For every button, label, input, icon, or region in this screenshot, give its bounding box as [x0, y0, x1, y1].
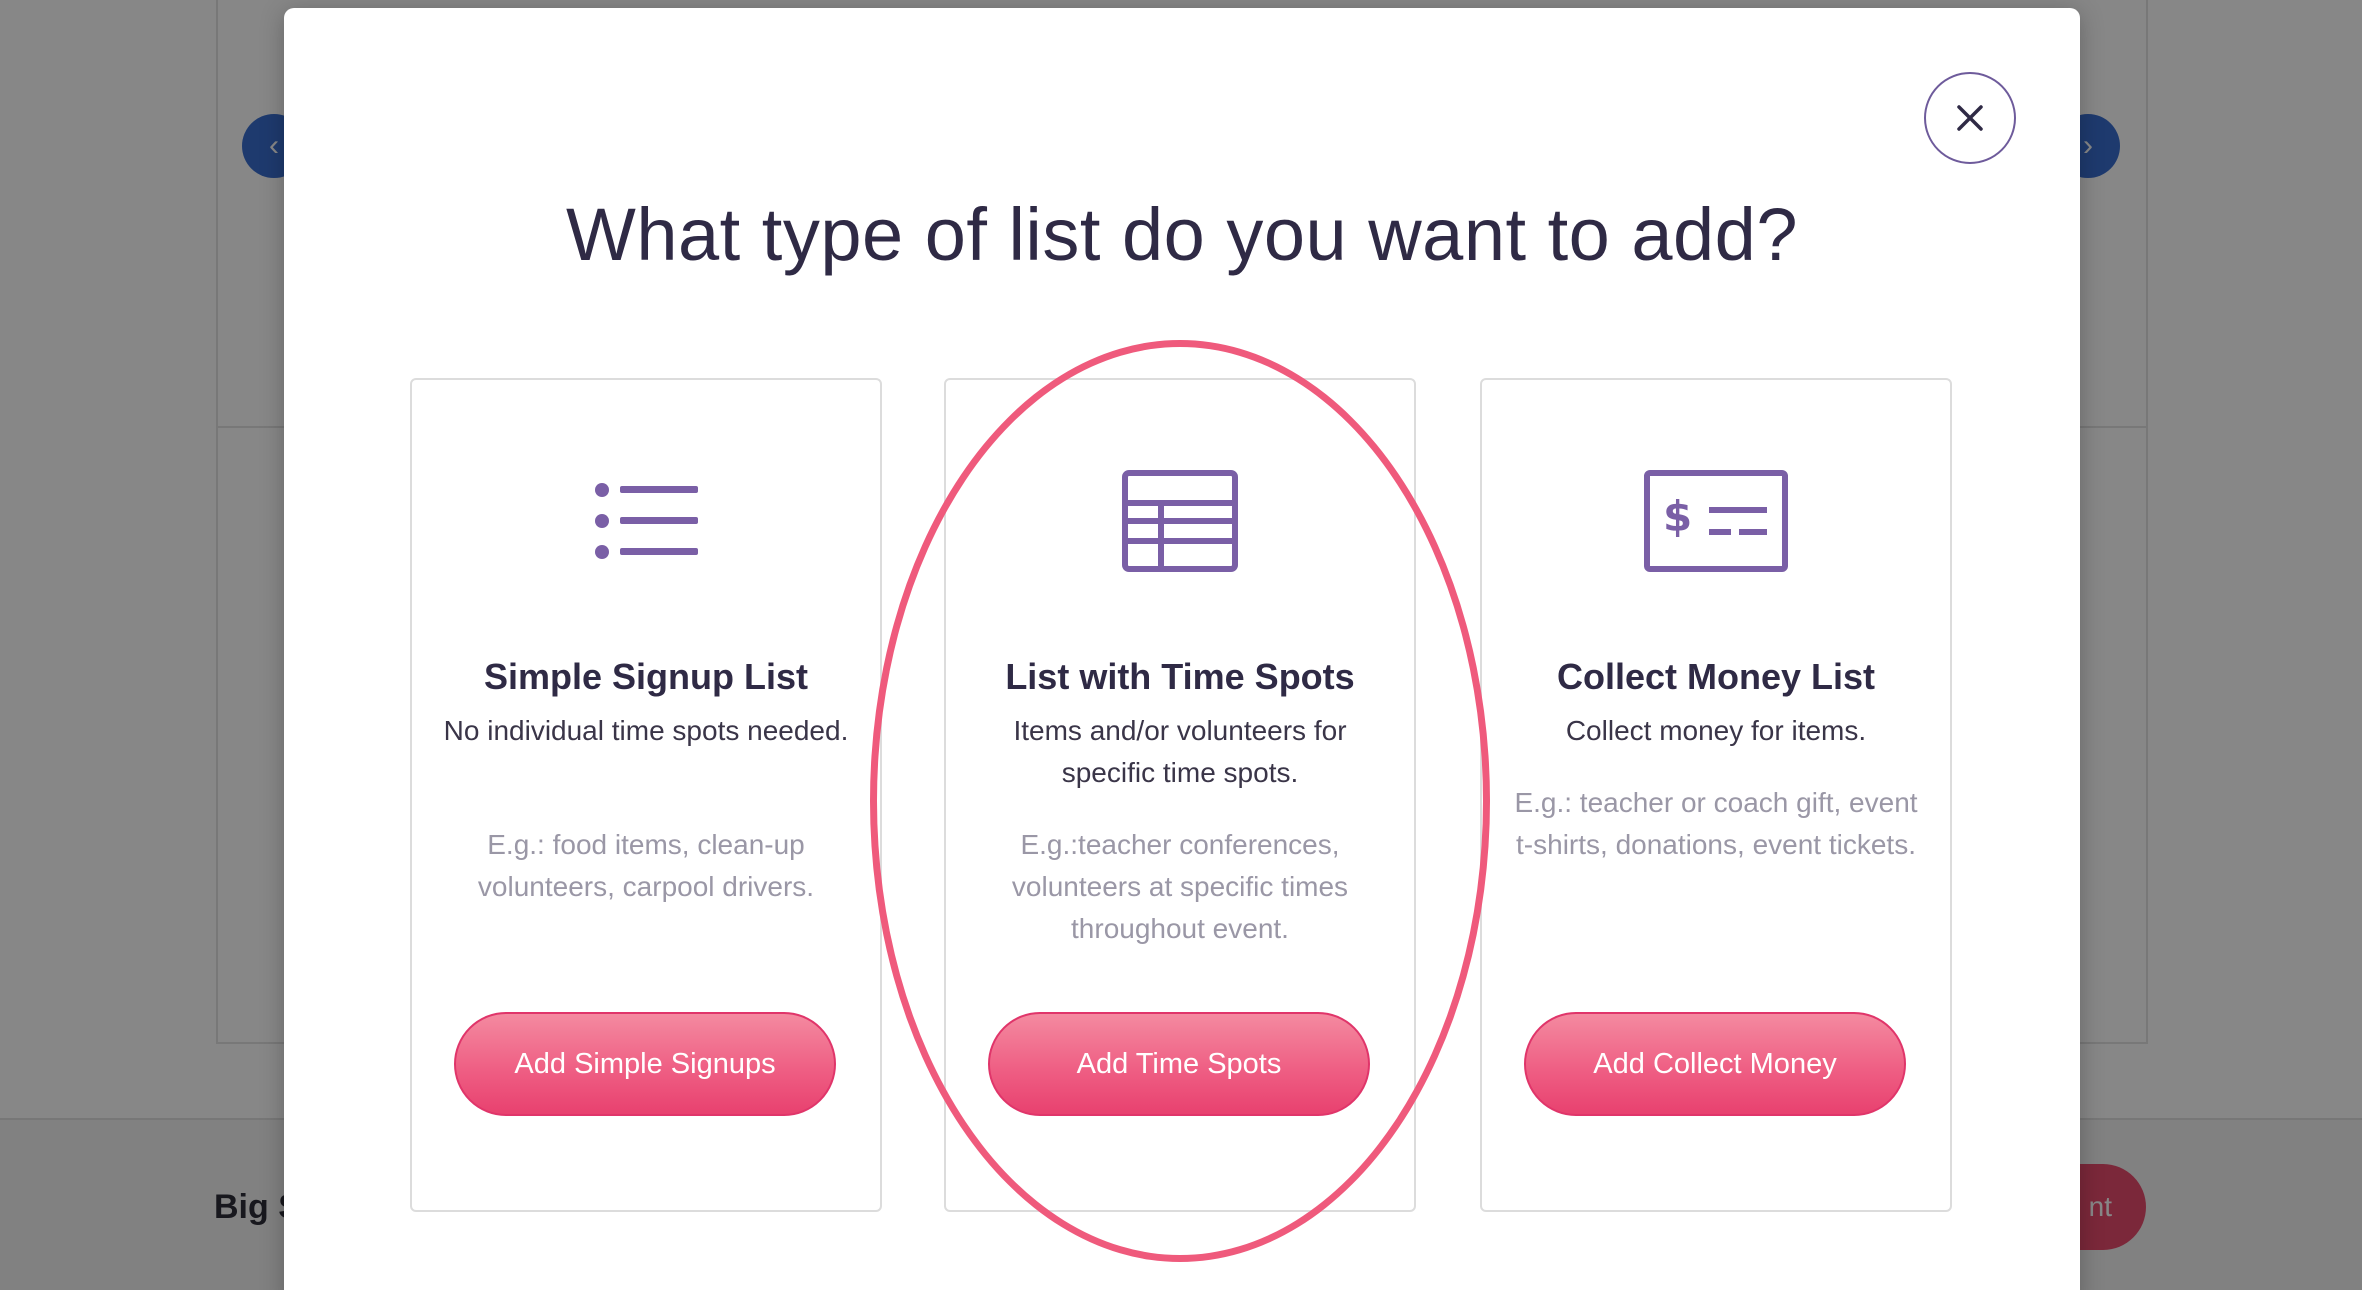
add-time-spots-button[interactable]: Add Time Spots [988, 1012, 1370, 1116]
list-icon [595, 483, 698, 559]
card-example: E.g.: teacher or coach gift, event t-shi… [1514, 787, 1918, 860]
svg-text:$: $ [1663, 492, 1692, 541]
collect-money-card: $ Collect Money List Collect money for i… [1480, 378, 1952, 1212]
card-description: No individual time spots needed. [443, 715, 849, 746]
simple-signup-card: Simple Signup List No individual time sp… [410, 378, 882, 1212]
money-card-icon: $ [1644, 470, 1788, 572]
card-title: Collect Money List [1556, 656, 1876, 697]
card-example: E.g.: food items, clean-up volunteers, c… [477, 829, 815, 902]
close-button[interactable] [1924, 72, 2016, 164]
add-collect-money-button[interactable]: Add Collect Money [1524, 1012, 1906, 1116]
card-title: List with Time Spots [1005, 656, 1355, 697]
card-description: Items and/or volunteers for specific tim… [1013, 715, 1347, 788]
modal-title: What type of list do you want to add? [566, 193, 1798, 276]
time-spots-card: List with Time Spots Items and/or volunt… [944, 378, 1416, 1212]
close-icon [1957, 105, 1983, 131]
card-example: E.g.:teacher conferences, volunteers at … [1011, 829, 1349, 944]
card-title: Simple Signup List [483, 656, 809, 697]
table-icon [1122, 470, 1238, 572]
add-list-modal: What type of list do you want to add? Si… [284, 8, 2080, 1290]
add-simple-signups-button[interactable]: Add Simple Signups [454, 1012, 836, 1116]
card-description: Collect money for items. [1565, 715, 1867, 746]
